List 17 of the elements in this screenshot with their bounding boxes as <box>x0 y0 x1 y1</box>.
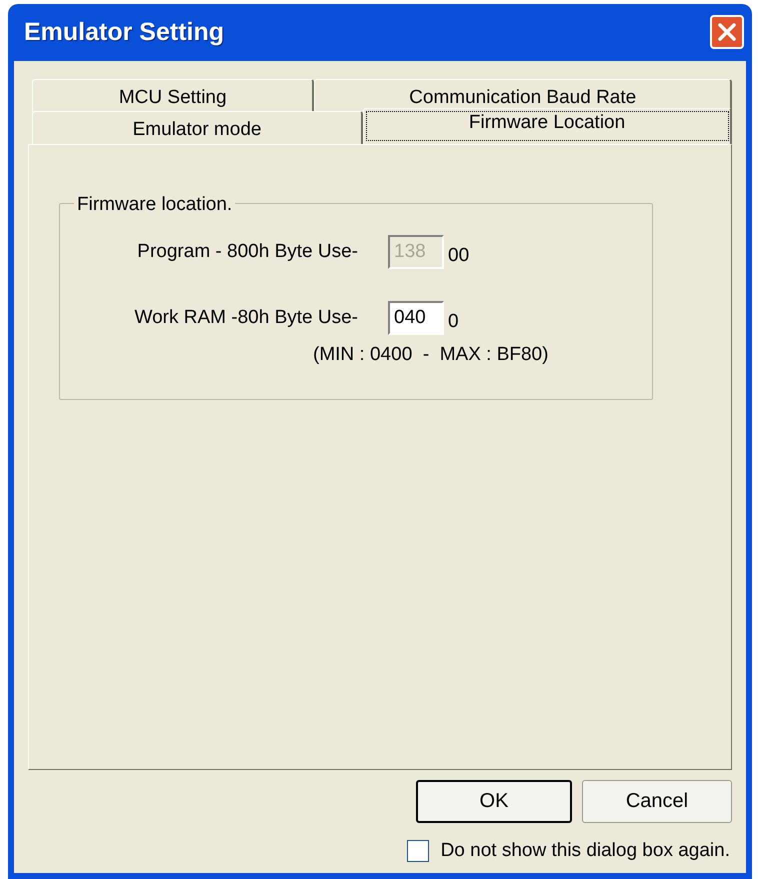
tab[interactable]: MCU Setting <box>32 78 314 112</box>
tab[interactable]: Emulator mode <box>32 110 364 144</box>
field-suffix: 0 <box>448 310 459 334</box>
close-icon <box>717 22 737 42</box>
close-button[interactable] <box>710 15 744 50</box>
field-label: Work RAM -80h Byte Use- <box>134 306 358 330</box>
field-label: Program - 800h Byte Use- <box>136 240 358 264</box>
dialog-button[interactable]: OK <box>416 780 572 822</box>
window-title: Emulator Setting <box>24 16 224 48</box>
checkbox[interactable] <box>406 840 429 862</box>
tab[interactable]: Firmware Location <box>363 108 732 144</box>
tab[interactable]: Communication Baud Rate <box>314 78 732 112</box>
range-note: (MIN : 0400 - MAX : BF80) <box>313 342 550 366</box>
input-field[interactable]: 040 <box>388 301 444 336</box>
dialog-button[interactable]: Cancel <box>582 780 732 822</box>
field-suffix: 00 <box>448 244 470 268</box>
checkbox-label: Do not show this dialog box again. <box>440 838 730 862</box>
